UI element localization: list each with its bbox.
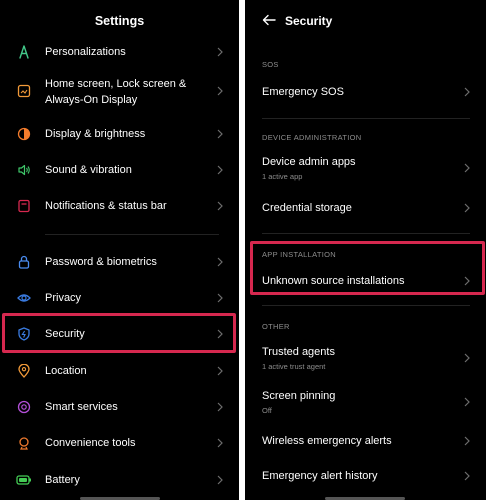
settings-item-location[interactable]: Location: [0, 361, 239, 381]
chevron-right-icon: [462, 468, 472, 484]
settings-item-password[interactable]: Password & biometrics: [0, 252, 239, 272]
screen-pinning-item[interactable]: Screen pinning Off: [245, 388, 486, 418]
settings-item-personalizations[interactable]: Personalizations: [0, 42, 239, 62]
settings-item-battery[interactable]: Battery: [0, 470, 239, 490]
chevron-right-icon: [215, 363, 225, 379]
emergency-alert-history-item[interactable]: Emergency alert history: [245, 468, 486, 486]
section-header-other: OTHER: [262, 322, 290, 331]
divider: [262, 233, 470, 234]
highlight-box-unknown-sources: [250, 241, 485, 295]
wireless-emergency-alerts-item[interactable]: Wireless emergency alerts: [245, 433, 486, 451]
convenience-tools-icon: [16, 435, 32, 451]
settings-item-sound[interactable]: Sound & vibration: [0, 160, 239, 180]
chevron-right-icon: [462, 84, 472, 100]
settings-item-privacy[interactable]: Privacy: [0, 288, 239, 308]
chevron-right-icon: [462, 160, 472, 176]
credential-storage-item[interactable]: Credential storage: [245, 200, 486, 218]
section-header-sos: SOS: [262, 60, 279, 69]
location-icon: [16, 363, 32, 379]
chevron-right-icon: [462, 394, 472, 410]
chevron-right-icon: [215, 290, 225, 306]
notification-icon: [16, 198, 32, 214]
emergency-sos-item[interactable]: Emergency SOS: [245, 84, 486, 102]
chevron-right-icon: [215, 435, 225, 451]
battery-icon: [16, 472, 32, 488]
chevron-right-icon: [215, 126, 225, 142]
divider: [262, 305, 470, 306]
settings-title: Settings: [94, 14, 145, 28]
chevron-right-icon: [215, 162, 225, 178]
highlight-box-security: [2, 313, 236, 353]
device-admin-apps-item[interactable]: Device admin apps 1 active app: [245, 154, 486, 184]
sound-icon: [16, 162, 32, 178]
chevron-right-icon: [215, 198, 225, 214]
chevron-right-icon: [215, 472, 225, 488]
display-icon: [16, 126, 32, 142]
privacy-icon: [16, 290, 32, 306]
security-title: Security: [285, 14, 333, 28]
chevron-right-icon: [462, 350, 472, 366]
home-screen-icon: [16, 83, 32, 99]
chevron-right-icon: [215, 44, 225, 60]
settings-item-display[interactable]: Display & brightness: [0, 124, 239, 144]
chevron-right-icon: [215, 399, 225, 415]
chevron-right-icon: [462, 200, 472, 216]
settings-item-convenience-tools[interactable]: Convenience tools: [0, 433, 239, 453]
trusted-agents-item[interactable]: Trusted agents 1 active trust agent: [245, 344, 486, 374]
back-arrow-icon[interactable]: [261, 13, 277, 27]
lock-icon: [16, 254, 32, 270]
divider: [262, 118, 470, 119]
settings-panel: Settings Personalizations Home screen, L…: [0, 0, 239, 500]
personalization-icon: [16, 44, 32, 60]
settings-item-notifications[interactable]: Notifications & status bar: [0, 196, 239, 216]
section-header-device-admin: DEVICE ADMINISTRATION: [262, 133, 362, 142]
settings-item-smart-services[interactable]: Smart services: [0, 397, 239, 417]
chevron-right-icon: [215, 83, 225, 99]
chevron-right-icon: [215, 254, 225, 270]
divider: [45, 234, 219, 235]
chevron-right-icon: [462, 433, 472, 449]
settings-item-home-screen[interactable]: Home screen, Lock screen & Always-On Dis…: [0, 74, 239, 108]
smart-services-icon: [16, 399, 32, 415]
